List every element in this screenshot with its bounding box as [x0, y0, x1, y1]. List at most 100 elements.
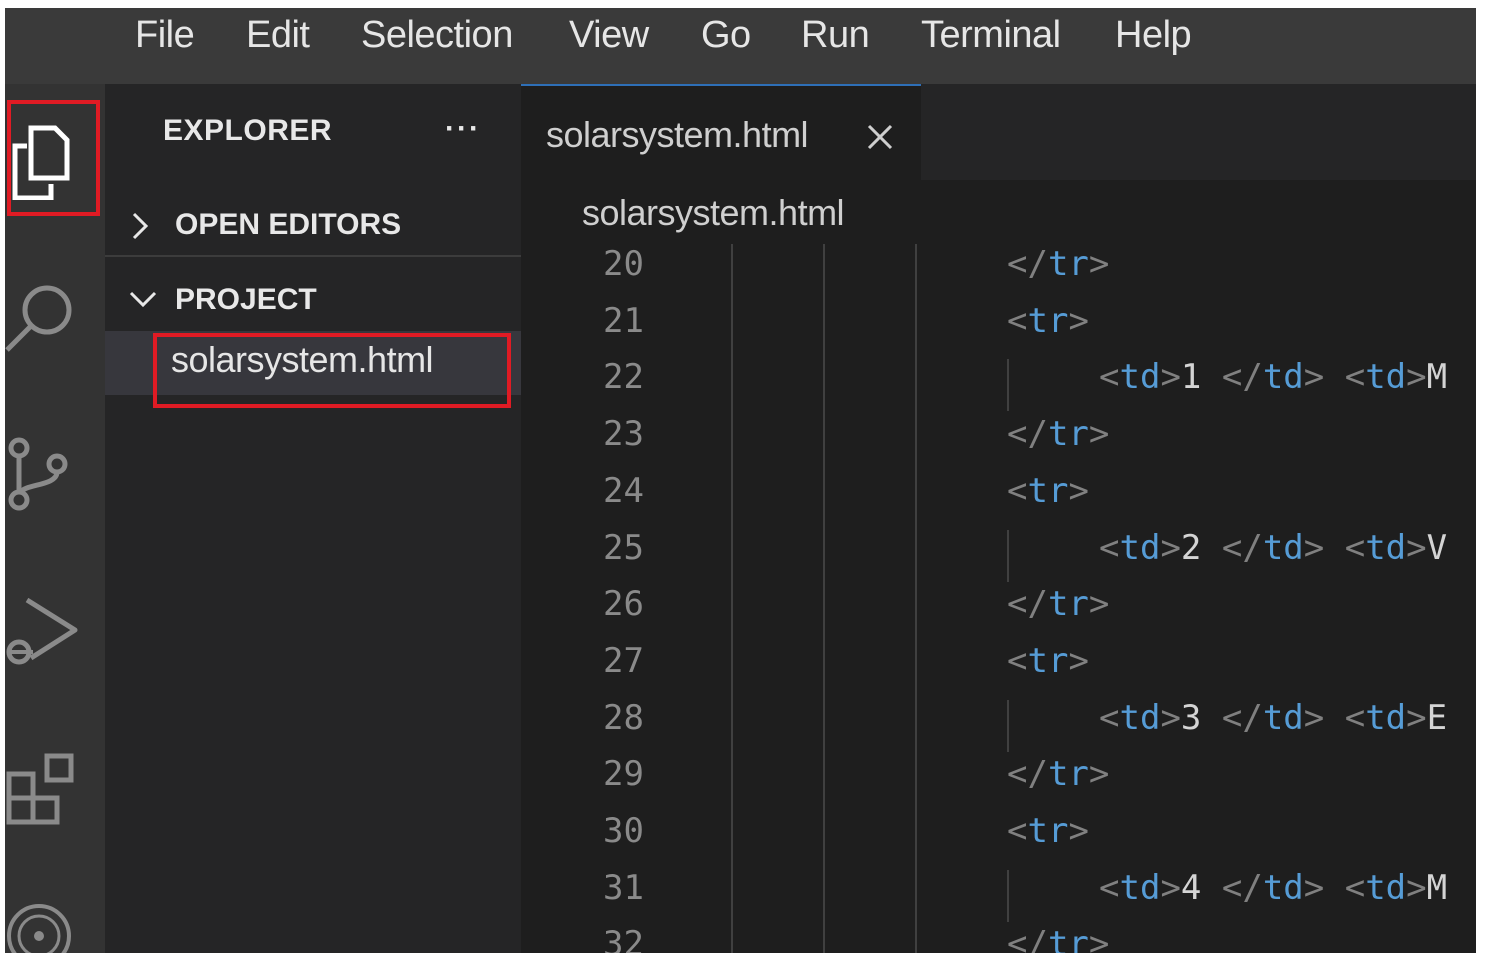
- bracket-token: </: [1221, 867, 1263, 908]
- code-line[interactable]: 21 <tr>: [521, 301, 1476, 357]
- bracket-token: <: [1007, 470, 1028, 511]
- bracket-token: </: [1007, 754, 1048, 795]
- line-number: 20: [603, 244, 644, 284]
- indent-guide: [1007, 359, 1009, 412]
- code-text: </tr>: [1007, 244, 1109, 284]
- tag-token: td: [1262, 867, 1304, 908]
- code-line[interactable]: 25 <td>2 </td> <td>V: [521, 528, 1476, 584]
- chevron-down-icon: [129, 291, 157, 308]
- bracket-token: <: [1099, 527, 1120, 568]
- menu-file[interactable]: File: [135, 14, 195, 57]
- bracket-token: </: [1007, 584, 1048, 625]
- code-line[interactable]: 24 <tr>: [521, 471, 1476, 527]
- tab-solarsystem[interactable]: solarsystem.html: [521, 84, 921, 180]
- editor-area: solarsystem.html solarsystem.html 20 </tr…: [521, 84, 1476, 953]
- bracket-token: >: [1160, 357, 1181, 398]
- indent-guide: [1007, 699, 1009, 752]
- code-text: </tr>: [1007, 414, 1109, 454]
- explorer-sidebar: EXPLORER ··· OPEN EDITORS PROJECT solars…: [105, 84, 521, 953]
- text-token: M: [1426, 867, 1448, 908]
- tag-token: tr: [1047, 924, 1089, 953]
- bracket-token: <: [1099, 697, 1120, 738]
- close-icon[interactable]: [865, 122, 895, 152]
- bracket-token: </: [1007, 244, 1048, 284]
- code-line[interactable]: 31 <td>4 </td> <td>M: [521, 868, 1476, 924]
- menu-run[interactable]: Run: [801, 14, 870, 57]
- section-project[interactable]: PROJECT: [105, 271, 521, 329]
- bracket-token: </: [1007, 414, 1048, 455]
- tab-strip: solarsystem.html: [521, 84, 1476, 180]
- run-debug-icon[interactable]: [5, 594, 105, 674]
- section-divider: [105, 255, 521, 257]
- indent-guide: [1007, 869, 1009, 922]
- text-token: V: [1426, 527, 1448, 568]
- menu-edit[interactable]: Edit: [246, 14, 310, 57]
- menu-go[interactable]: Go: [701, 14, 751, 57]
- bracket-token: <: [1007, 300, 1028, 341]
- tag-token: td: [1365, 357, 1407, 398]
- tag-token: td: [1365, 527, 1407, 568]
- chevron-right-icon: [132, 212, 149, 240]
- code-line[interactable]: 22 <td>1 </td> <td>M: [521, 357, 1476, 413]
- file-annotation-box: [153, 333, 511, 408]
- code-line[interactable]: 29 </tr>: [521, 754, 1476, 810]
- line-number: 23: [603, 414, 644, 455]
- bracket-token: >: [1160, 867, 1181, 908]
- bracket-token: </: [1221, 357, 1263, 398]
- bracket-token: > <: [1303, 867, 1366, 908]
- menu-terminal[interactable]: Terminal: [921, 14, 1061, 57]
- tag-token: td: [1365, 697, 1407, 738]
- line-number: 26: [603, 584, 644, 625]
- menu-view[interactable]: View: [569, 14, 649, 57]
- code-text: <td>2 </td> <td>V: [1099, 528, 1447, 568]
- code-line[interactable]: 26 </tr>: [521, 584, 1476, 640]
- section-label-project: PROJECT: [175, 283, 317, 316]
- bracket-token: <: [1099, 867, 1120, 908]
- tag-token: td: [1119, 527, 1161, 568]
- line-number: 32: [603, 924, 644, 953]
- bracket-token: >: [1068, 470, 1089, 511]
- text-token: 1: [1180, 357, 1222, 398]
- code-line[interactable]: 27 <tr>: [521, 641, 1476, 697]
- bracket-token: > <: [1303, 527, 1366, 568]
- tag-token: tr: [1047, 754, 1089, 795]
- code-text: <tr>: [1007, 811, 1089, 851]
- tag-token: td: [1365, 867, 1407, 908]
- bracket-token: >: [1088, 244, 1110, 284]
- tag-token: tr: [1027, 640, 1069, 681]
- search-icon[interactable]: [5, 278, 105, 358]
- bracket-token: <: [1007, 811, 1028, 851]
- section-open-editors[interactable]: OPEN EDITORS: [105, 196, 521, 254]
- text-token: M: [1426, 357, 1448, 398]
- extensions-icon[interactable]: [5, 752, 105, 832]
- bracket-token: >: [1088, 754, 1110, 795]
- sidebar-title: EXPLORER: [163, 114, 333, 147]
- tag-token: tr: [1047, 244, 1089, 284]
- bracket-token: >: [1088, 924, 1110, 953]
- code-text: <td>1 </td> <td>M: [1099, 357, 1447, 397]
- code-text: <td>3 </td> <td>E: [1099, 698, 1447, 738]
- account-icon[interactable]: [5, 902, 105, 953]
- more-actions-button[interactable]: ···: [445, 112, 481, 146]
- code-text: <tr>: [1007, 471, 1089, 511]
- code-line[interactable]: 28 <td>3 </td> <td>E: [521, 698, 1476, 754]
- source-control-icon[interactable]: [5, 434, 105, 514]
- code-text: </tr>: [1007, 584, 1109, 624]
- menu-selection[interactable]: Selection: [361, 14, 513, 57]
- code-line[interactable]: 32 </tr>: [521, 924, 1476, 953]
- code-text: <tr>: [1007, 301, 1089, 341]
- tag-token: tr: [1027, 470, 1069, 511]
- breadcrumb[interactable]: solarsystem.html: [582, 192, 845, 234]
- tag-token: td: [1119, 697, 1161, 738]
- code-line[interactable]: 30 <tr>: [521, 811, 1476, 867]
- bracket-token: >: [1088, 414, 1110, 455]
- code-line[interactable]: 20 </tr>: [521, 244, 1476, 300]
- tag-token: tr: [1047, 584, 1089, 625]
- line-number: 27: [603, 640, 644, 681]
- code-text: <td>4 </td> <td>M: [1099, 868, 1447, 908]
- code-line[interactable]: 23 </tr>: [521, 414, 1476, 470]
- menu-help[interactable]: Help: [1115, 14, 1192, 57]
- line-number: 22: [603, 357, 644, 398]
- tag-token: td: [1262, 527, 1304, 568]
- bracket-token: >: [1406, 867, 1427, 908]
